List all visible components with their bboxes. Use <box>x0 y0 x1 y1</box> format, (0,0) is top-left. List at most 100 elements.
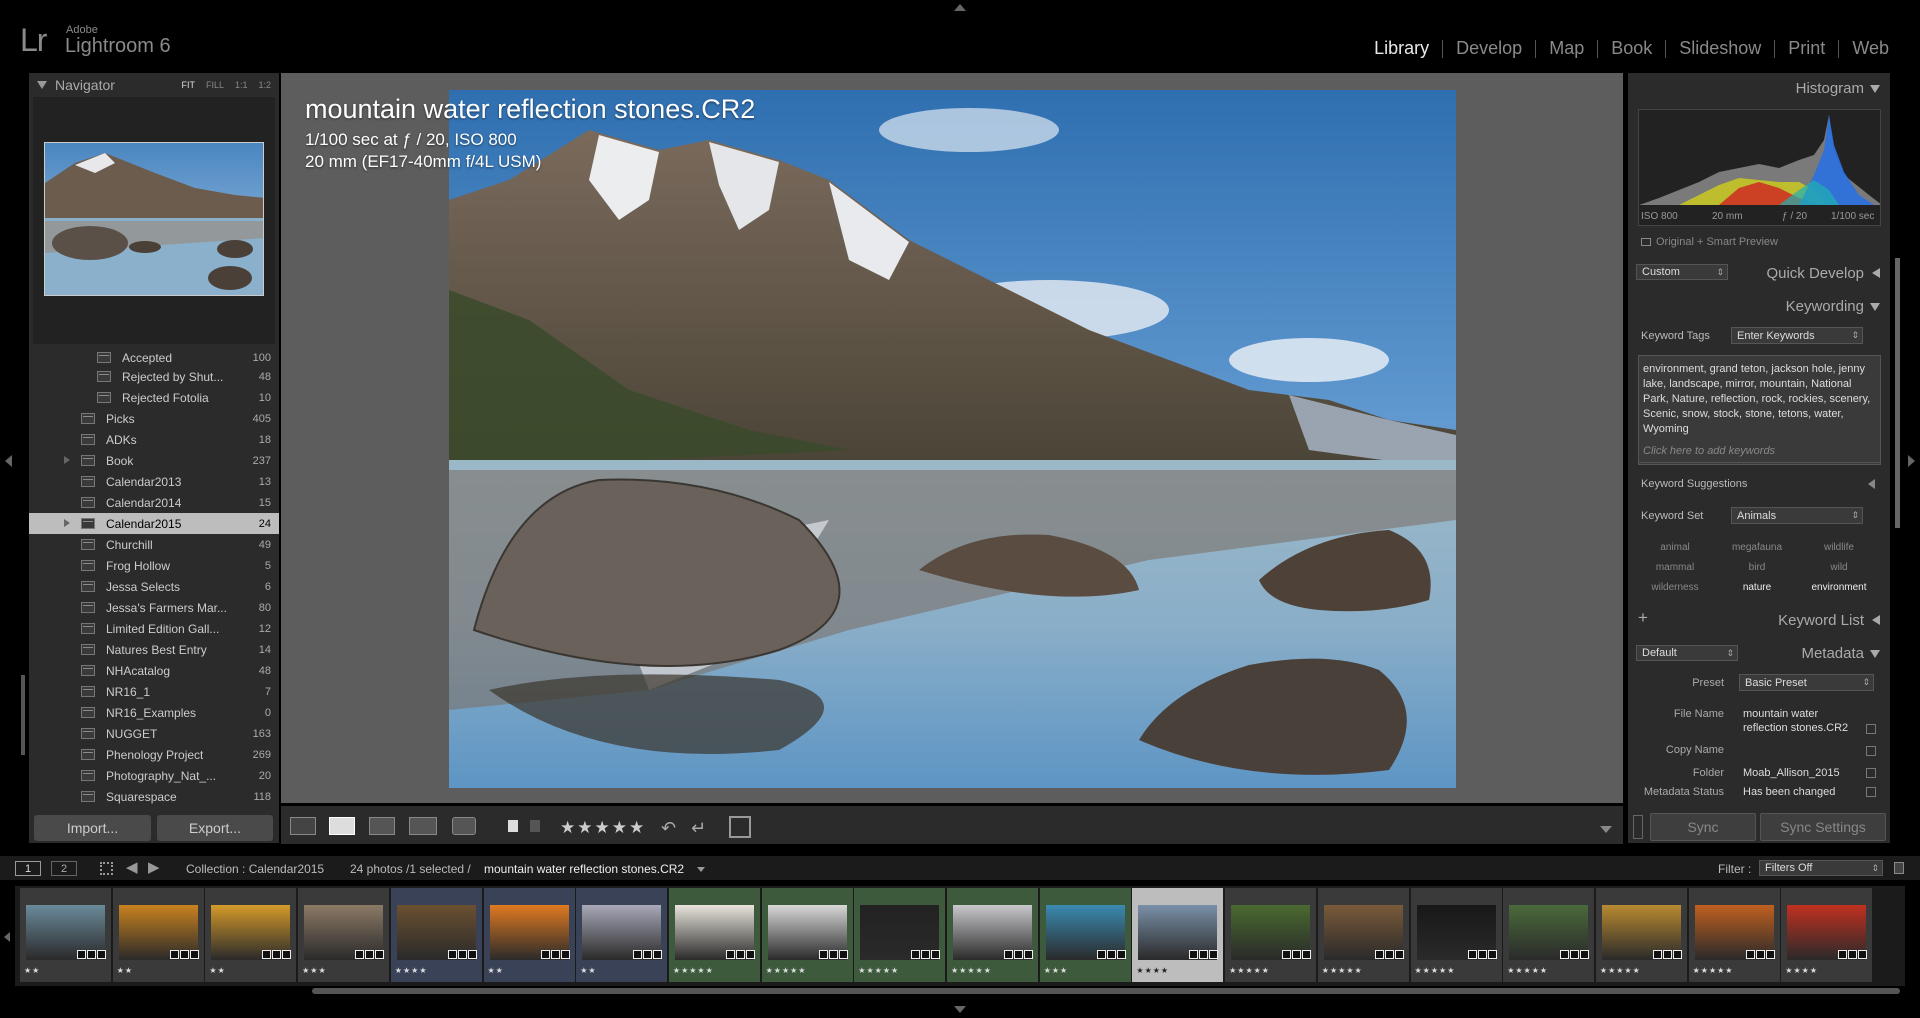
reject-flag-icon[interactable] <box>530 820 540 832</box>
module-develop[interactable]: Develop <box>1443 38 1535 59</box>
source-collection[interactable]: Collection : Calendar2015 <box>186 862 324 876</box>
flag-icon[interactable] <box>508 820 518 832</box>
module-map[interactable]: Map <box>1536 38 1597 59</box>
folder-item[interactable]: NHAcatalog 48 <box>29 660 279 681</box>
file-name-line1[interactable]: mountain water <box>1743 708 1818 720</box>
folder-item[interactable]: Natures Best Entry 14 <box>29 639 279 660</box>
keyword-set-item[interactable]: wilderness <box>1636 578 1714 597</box>
folder-item-selected[interactable]: Calendar2015 24 <box>29 513 279 534</box>
collapse-filmstrip-left-icon[interactable] <box>4 932 10 942</box>
main-photo[interactable] <box>449 90 1456 788</box>
keyword-set-item[interactable]: bird <box>1718 558 1796 577</box>
filmstrip-scrollbar[interactable] <box>312 988 1900 994</box>
left-panel-scrollbar[interactable] <box>21 675 25 755</box>
folder-item[interactable]: Photography_Nat_... 20 <box>29 765 279 786</box>
folder-item[interactable]: Frog Hollow 5 <box>29 555 279 576</box>
folder-item[interactable]: Jessa's Farmers Mar... 80 <box>29 597 279 618</box>
module-slideshow[interactable]: Slideshow <box>1666 38 1774 59</box>
filmstrip-thumbnail[interactable]: ★★ <box>483 888 575 982</box>
folder-item[interactable]: NUGGET 163 <box>29 723 279 744</box>
folder-item[interactable]: Squarespace 118 <box>29 786 279 807</box>
expand-suggestions-icon[interactable] <box>1868 479 1875 489</box>
folder-item[interactable]: Picks 405 <box>29 408 279 429</box>
go-to-folder-icon[interactable] <box>1866 768 1876 778</box>
filmstrip-thumbnail[interactable]: ★★★★★ <box>668 888 760 982</box>
back-arrow-icon[interactable]: ◀ <box>126 858 138 876</box>
folder-item[interactable]: ADKs 18 <box>29 429 279 450</box>
quick-develop-header[interactable]: Quick Develop <box>1628 259 1890 287</box>
filmstrip-thumbnail[interactable]: ★★★★ <box>1132 888 1224 982</box>
keyword-suggestions-label[interactable]: Keyword Suggestions <box>1641 478 1747 490</box>
folder-item[interactable]: Calendar2014 15 <box>29 492 279 513</box>
disclosure-triangle-icon[interactable] <box>37 81 47 89</box>
filmstrip-thumbnail[interactable]: ★★★★★ <box>1410 888 1502 982</box>
sync-button[interactable]: Sync <box>1650 813 1756 841</box>
collapse-icon[interactable] <box>1870 303 1880 311</box>
import-button[interactable]: Import... <box>34 815 151 841</box>
keyword-set-item[interactable]: mammal <box>1636 558 1714 577</box>
keyword-set-select[interactable]: Animals <box>1731 507 1863 524</box>
filmstrip-thumbnail[interactable]: ★★★★★ <box>854 888 946 982</box>
sync-settings-button[interactable]: Sync Settings <box>1760 813 1886 841</box>
loupe-view-icon[interactable] <box>329 817 355 835</box>
filter-lock-icon[interactable] <box>1894 862 1904 874</box>
folder-item[interactable]: Jessa Selects 6 <box>29 576 279 597</box>
collapse-right-icon[interactable] <box>1908 455 1915 467</box>
module-web[interactable]: Web <box>1839 38 1902 59</box>
filmstrip-thumbnail[interactable]: ★★ <box>112 888 204 982</box>
folder-item[interactable]: Rejected by Shut... 48 <box>29 366 279 387</box>
keyword-set-item[interactable]: wildlife <box>1800 538 1878 557</box>
crop-icon[interactable] <box>729 816 751 838</box>
collapse-bottom-icon[interactable] <box>954 1006 966 1013</box>
folder-item[interactable]: NR16_Examples 0 <box>29 702 279 723</box>
module-book[interactable]: Book <box>1598 38 1665 59</box>
filmstrip-thumbnail[interactable]: ★★★★★ <box>761 888 853 982</box>
filmstrip-thumbnail[interactable]: ★★ <box>576 888 668 982</box>
expand-icon[interactable] <box>1872 268 1880 278</box>
filmstrip-thumbnail[interactable]: ★★ <box>205 888 297 982</box>
main-window-button[interactable]: 1 <box>15 861 41 876</box>
collapse-top-icon[interactable] <box>954 4 966 11</box>
compare-view-icon[interactable] <box>369 817 395 835</box>
filmstrip-thumbnail[interactable]: ★★★★★ <box>947 888 1038 982</box>
filmstrip-thumbnail[interactable]: ★★★ <box>298 888 390 982</box>
keyword-set-item[interactable]: animal <box>1636 538 1714 557</box>
rotate-right-icon[interactable]: ↵ <box>691 818 706 839</box>
zoom-fit[interactable]: FIT <box>181 80 195 90</box>
folder-item[interactable]: Rejected Fotolia 10 <box>29 387 279 408</box>
filmstrip-thumbnail[interactable]: ★★★★★ <box>1503 888 1595 982</box>
filmstrip-thumbnail[interactable]: ★★★★ <box>1781 888 1873 982</box>
folder-item[interactable]: Phenology Project 269 <box>29 744 279 765</box>
keyword-tags-mode-select[interactable]: Enter Keywords <box>1731 327 1863 344</box>
file-name-line2[interactable]: reflection stones.CR2 <box>1743 722 1848 734</box>
rename-icon[interactable] <box>1866 724 1876 734</box>
forward-arrow-icon[interactable]: ▶ <box>148 858 160 876</box>
folder-item[interactable]: Book 237 <box>29 450 279 471</box>
module-library[interactable]: Library <box>1361 38 1442 59</box>
selected-filename[interactable]: mountain water reflection stones.CR2 <box>484 862 684 876</box>
rotate-left-icon[interactable]: ↶ <box>661 818 676 839</box>
secondary-window-button[interactable]: 2 <box>51 861 77 876</box>
grid-view-icon[interactable] <box>290 817 316 835</box>
smart-preview-icon[interactable] <box>1641 238 1651 246</box>
folder-item[interactable]: Calendar2013 13 <box>29 471 279 492</box>
keyword-list-header[interactable]: Keyword List <box>1628 606 1890 634</box>
filmstrip-thumbnail[interactable]: ★★ <box>20 888 111 982</box>
folder-item[interactable]: Churchill 49 <box>29 534 279 555</box>
export-button[interactable]: Export... <box>157 815 273 841</box>
right-panel-scrollbar[interactable] <box>1895 258 1900 528</box>
filmstrip-thumbnail[interactable]: ★★★★★ <box>1317 888 1409 982</box>
keyword-set-item[interactable]: megafauna <box>1718 538 1796 557</box>
zoom-1-1[interactable]: 1:1 <box>235 80 248 90</box>
metadata-header[interactable]: Metadata <box>1628 639 1890 667</box>
keyword-set-item-applied[interactable]: environment <box>1800 578 1878 597</box>
filmstrip-thumbnail[interactable]: ★★★★★ <box>1595 888 1687 982</box>
collapse-left-icon[interactable] <box>5 455 12 467</box>
grid-icon[interactable] <box>100 862 113 875</box>
filter-select[interactable]: Filters Off <box>1759 860 1883 876</box>
metadata-preset-select[interactable]: Basic Preset <box>1739 674 1874 691</box>
auto-sync-switch[interactable] <box>1633 815 1643 839</box>
copy-name-action-icon[interactable] <box>1866 746 1876 756</box>
keywording-header[interactable]: Keywording <box>1628 292 1890 320</box>
folder-item[interactable]: NR16_1 7 <box>29 681 279 702</box>
